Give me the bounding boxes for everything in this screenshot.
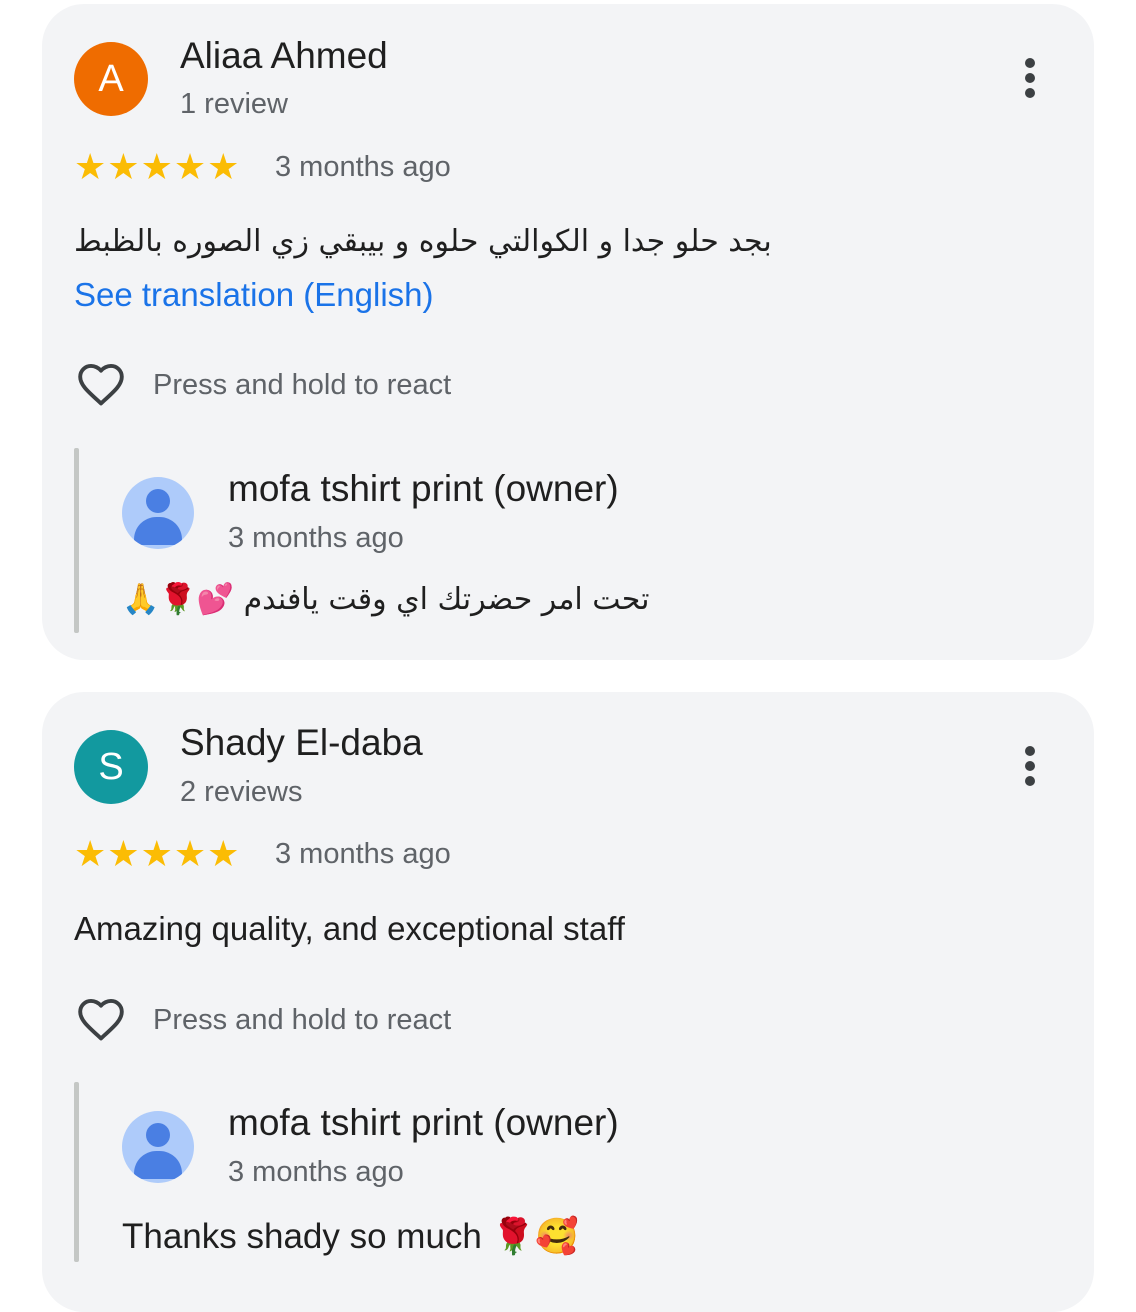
avatar-letter: A (98, 57, 124, 100)
reply-text: تحت امر حضرتك اي وقت يافندم 💕🌹🙏 (122, 582, 650, 617)
more-vert-icon[interactable] (1014, 738, 1046, 794)
reviews-list: A Aliaa Ahmed 1 review ★ ★ ★ ★ ★ 3 month… (0, 0, 1136, 1312)
person-icon (122, 1111, 194, 1183)
react-label: Press and hold to react (153, 1003, 452, 1036)
reply-time: 3 months ago (228, 522, 404, 554)
owner-reply: mofa tshirt print (owner) 3 months ago T… (74, 1082, 1034, 1262)
react-button[interactable]: Press and hold to react (74, 359, 451, 411)
reviewer-name[interactable]: Aliaa Ahmed (180, 35, 388, 77)
reviewer-name[interactable]: Shady El-daba (180, 722, 423, 764)
reply-time: 3 months ago (228, 1156, 404, 1188)
star-icon: ★ (207, 834, 240, 875)
owner-name[interactable]: mofa tshirt print (owner) (228, 1102, 619, 1144)
review-time: 3 months ago (275, 151, 451, 183)
reply-divider (74, 448, 79, 633)
star-icon: ★ (74, 147, 107, 188)
avatar-letter: S (98, 745, 124, 788)
review-text: Amazing quality, and exceptional staff (74, 910, 625, 947)
star-icon: ★ (107, 834, 140, 875)
see-translation-link[interactable]: See translation (English) (74, 276, 434, 314)
star-icon: ★ (173, 147, 207, 188)
star-icon: ★ (173, 834, 207, 875)
owner-name[interactable]: mofa tshirt print (owner) (228, 468, 619, 510)
reply-text: Thanks shady so much 🌹🥰 (122, 1217, 579, 1256)
react-button[interactable]: Press and hold to react (74, 994, 451, 1046)
star-rating: ★ ★ ★ ★ ★ (74, 837, 239, 873)
star-icon: ★ (140, 147, 173, 188)
reviewer-review-count: 1 review (180, 88, 288, 120)
owner-reply: mofa tshirt print (owner) 3 months ago ت… (74, 448, 1034, 633)
review-text: بجد حلو جدا و الكوالتي حلوه و بيبقي زي ا… (74, 224, 772, 259)
review-card: A Aliaa Ahmed 1 review ★ ★ ★ ★ ★ 3 month… (42, 4, 1094, 660)
heart-outline-icon (78, 998, 124, 1041)
review-time: 3 months ago (275, 838, 451, 870)
star-icon: ★ (107, 147, 140, 188)
star-icon: ★ (207, 147, 240, 188)
heart-outline-icon (78, 363, 124, 406)
more-vert-icon[interactable] (1014, 50, 1046, 106)
reviewer-review-count: 2 reviews (180, 776, 303, 808)
person-icon (122, 477, 194, 549)
reply-divider (74, 1082, 79, 1262)
reviewer-avatar[interactable]: S (74, 730, 148, 804)
react-label: Press and hold to react (153, 368, 452, 401)
star-rating: ★ ★ ★ ★ ★ (74, 150, 239, 186)
star-icon: ★ (140, 834, 173, 875)
review-card: S Shady El-daba 2 reviews ★ ★ ★ ★ ★ 3 mo… (42, 692, 1094, 1312)
star-icon: ★ (74, 834, 107, 875)
reviewer-avatar[interactable]: A (74, 42, 148, 116)
